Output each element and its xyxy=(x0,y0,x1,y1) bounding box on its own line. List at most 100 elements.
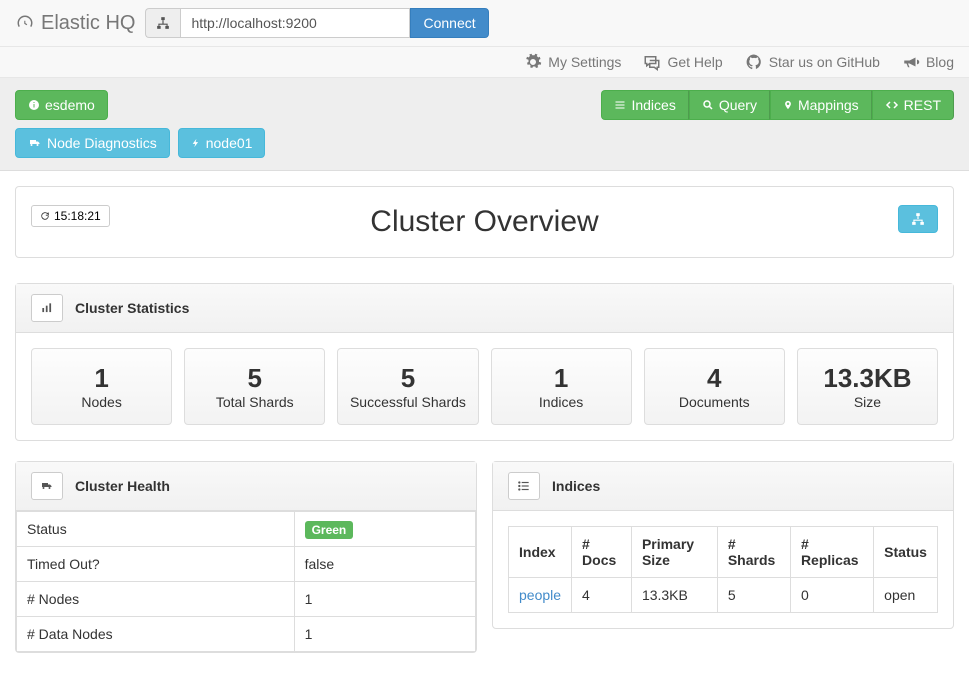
stats-panel-heading: Cluster Statistics xyxy=(16,284,953,333)
query-button-label: Query xyxy=(719,97,757,113)
refresh-time-label: 15:18:21 xyxy=(54,209,101,223)
stat-box: 5Successful Shards xyxy=(337,348,478,425)
column-header: # Shards xyxy=(717,527,790,578)
truck-icon xyxy=(28,137,42,149)
sitemap-button[interactable] xyxy=(898,205,938,233)
content: 15:18:21 Cluster Overview Cluster Statis… xyxy=(0,171,969,688)
brand-text: Elastic HQ xyxy=(41,12,135,35)
stats-row: 1Nodes5Total Shards5Successful Shards1In… xyxy=(31,348,938,425)
stats-panel: Cluster Statistics 1Nodes5Total Shards5S… xyxy=(15,283,954,441)
health-value: 1 xyxy=(294,617,475,652)
toolbar: esdemo Indices Query Mappings REST No xyxy=(0,78,969,171)
cell: 0 xyxy=(790,578,873,613)
health-label: Timed Out? xyxy=(17,547,295,582)
refresh-time-button[interactable]: 15:18:21 xyxy=(31,205,110,227)
nav-github[interactable]: Star us on GitHub xyxy=(745,53,880,71)
stat-value: 4 xyxy=(651,363,778,394)
nav-settings[interactable]: My Settings xyxy=(524,53,621,71)
rest-button-label: REST xyxy=(904,97,941,113)
nav-blog[interactable]: Blog xyxy=(902,53,954,71)
stat-value: 5 xyxy=(191,363,318,394)
stats-panel-title: Cluster Statistics xyxy=(75,300,189,316)
health-value: 1 xyxy=(294,582,475,617)
brand: Elastic HQ xyxy=(15,12,135,35)
dashboard-icon xyxy=(15,14,35,32)
indices-panel: Indices Index# DocsPrimary Size# Shards#… xyxy=(492,461,954,629)
navbar: Elastic HQ Connect xyxy=(0,0,969,47)
truck-icon xyxy=(31,472,63,500)
refresh-icon xyxy=(40,211,50,221)
nav-help-label: Get Help xyxy=(667,54,722,70)
health-table: Status Green Timed Out?false# Nodes1# Data… xyxy=(16,511,476,652)
sitemap-icon xyxy=(145,8,180,38)
table-row: Status Green xyxy=(17,512,476,547)
diagnostics-button-label: Node Diagnostics xyxy=(47,135,157,151)
status-badge: Green xyxy=(305,521,354,539)
cell: 13.3KB xyxy=(631,578,717,613)
column-header: # Docs xyxy=(572,527,632,578)
cell: 5 xyxy=(717,578,790,613)
stat-value: 1 xyxy=(38,363,165,394)
column-header: Index xyxy=(509,527,572,578)
column-header: Status xyxy=(874,527,938,578)
stat-value: 1 xyxy=(498,363,625,394)
code-icon xyxy=(885,99,899,111)
index-link[interactable]: people xyxy=(519,587,561,603)
search-icon xyxy=(702,99,714,111)
health-value: Green xyxy=(294,512,475,547)
mappings-button[interactable]: Mappings xyxy=(770,90,872,120)
github-icon xyxy=(745,53,763,71)
cell: 4 xyxy=(572,578,632,613)
info-icon xyxy=(28,99,40,111)
column-header: # Replicas xyxy=(790,527,873,578)
stat-value: 5 xyxy=(344,363,471,394)
stat-label: Size xyxy=(804,394,931,410)
health-value: false xyxy=(294,547,475,582)
table-row: people 413.3KB50open xyxy=(509,578,938,613)
cluster-button[interactable]: esdemo xyxy=(15,90,108,120)
sitemap-icon xyxy=(911,212,925,226)
list-icon xyxy=(508,472,540,500)
health-panel-heading: Cluster Health xyxy=(16,462,476,511)
stat-label: Total Shards xyxy=(191,394,318,410)
nav-settings-label: My Settings xyxy=(548,54,621,70)
overview-panel: 15:18:21 Cluster Overview xyxy=(15,186,954,258)
stat-label: Documents xyxy=(651,394,778,410)
cell: open xyxy=(874,578,938,613)
node-button[interactable]: node01 xyxy=(178,128,266,158)
rest-button[interactable]: REST xyxy=(872,90,954,120)
stat-box: 4Documents xyxy=(644,348,785,425)
cluster-url-input[interactable] xyxy=(180,8,410,38)
diagnostics-button[interactable]: Node Diagnostics xyxy=(15,128,170,158)
indices-panel-title: Indices xyxy=(552,478,600,494)
connect-button[interactable]: Connect xyxy=(410,8,488,38)
indices-button[interactable]: Indices xyxy=(601,90,688,120)
bolt-icon xyxy=(191,136,201,150)
stat-label: Indices xyxy=(498,394,625,410)
health-label: # Data Nodes xyxy=(17,617,295,652)
indices-button-label: Indices xyxy=(631,97,675,113)
megaphone-icon xyxy=(902,53,920,71)
query-button[interactable]: Query xyxy=(689,90,770,120)
indices-panel-heading: Indices xyxy=(493,462,953,511)
marker-icon xyxy=(783,98,793,112)
secondary-nav: My Settings Get Help Star us on GitHub B… xyxy=(0,47,969,78)
stat-box: 5Total Shards xyxy=(184,348,325,425)
stat-box: 13.3KBSize xyxy=(797,348,938,425)
stat-value: 13.3KB xyxy=(804,363,931,394)
node-button-label: node01 xyxy=(206,135,253,151)
table-row: Timed Out?false xyxy=(17,547,476,582)
health-panel: Cluster Health Status Green Timed Out?fals… xyxy=(15,461,477,653)
cell: people xyxy=(509,578,572,613)
chart-icon xyxy=(31,294,63,322)
action-button-group: Indices Query Mappings REST xyxy=(601,90,954,120)
nav-help[interactable]: Get Help xyxy=(643,53,722,71)
chat-icon xyxy=(643,53,661,71)
health-label: Status xyxy=(17,512,295,547)
table-row: # Data Nodes1 xyxy=(17,617,476,652)
indices-table: Index# DocsPrimary Size# Shards# Replica… xyxy=(508,526,938,613)
health-label: # Nodes xyxy=(17,582,295,617)
nav-github-label: Star us on GitHub xyxy=(769,54,880,70)
connect-group: Connect xyxy=(145,8,488,38)
list-icon xyxy=(614,99,626,111)
